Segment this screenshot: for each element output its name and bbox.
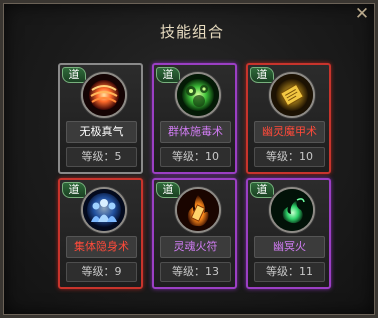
skill-name: 幽冥火: [254, 236, 325, 258]
green-flame-icon: [269, 187, 315, 233]
skill-name: 群体施毒术: [160, 121, 231, 143]
skill-level: 等级：5: [66, 147, 137, 167]
fire-talisman-icon: [175, 187, 221, 233]
skill-card-2[interactable]: 道 群体施毒术 等级：10: [152, 63, 237, 174]
green-poison-cloud-icon: [175, 72, 221, 118]
skill-card-1[interactable]: 道 无极真气 等级：5: [58, 63, 143, 174]
red-spiral-orb-icon: [81, 72, 127, 118]
skill-level: 等级：13: [160, 262, 231, 282]
taoist-badge: 道: [156, 67, 180, 83]
taoist-badge: 道: [250, 67, 274, 83]
blue-figures-icon: [81, 187, 127, 233]
skill-name: 无极真气: [66, 121, 137, 143]
taoist-badge: 道: [62, 67, 86, 83]
skill-level: 等级：11: [254, 262, 325, 282]
skill-card-4[interactable]: 道 集体隐身术 等级：9: [58, 178, 143, 289]
taoist-badge: 道: [62, 182, 86, 198]
close-icon[interactable]: ✕: [353, 5, 371, 23]
skill-level: 等级：10: [160, 147, 231, 167]
skill-name: 幽灵魔甲术: [254, 121, 325, 143]
skill-combo-dialog: 技能组合 ✕ 道 无极真气 等级：5 道 群体施毒术 等级：10 道 幽灵魔甲术…: [0, 0, 378, 318]
taoist-badge: 道: [250, 182, 274, 198]
taoist-badge: 道: [156, 182, 180, 198]
skill-name: 集体隐身术: [66, 236, 137, 258]
skill-card-3[interactable]: 道 幽灵魔甲术 等级：10: [246, 63, 331, 174]
dialog-title: 技能组合: [159, 23, 224, 41]
skill-level: 等级：9: [66, 262, 137, 282]
skill-card-5[interactable]: 道 灵魂火符 等级：13: [152, 178, 237, 289]
golden-talisman-icon: [269, 72, 315, 118]
skill-level: 等级：10: [254, 147, 325, 167]
skill-card-6[interactable]: 道 幽冥火 等级：11: [246, 178, 331, 289]
skill-name: 灵魂火符: [160, 236, 231, 258]
